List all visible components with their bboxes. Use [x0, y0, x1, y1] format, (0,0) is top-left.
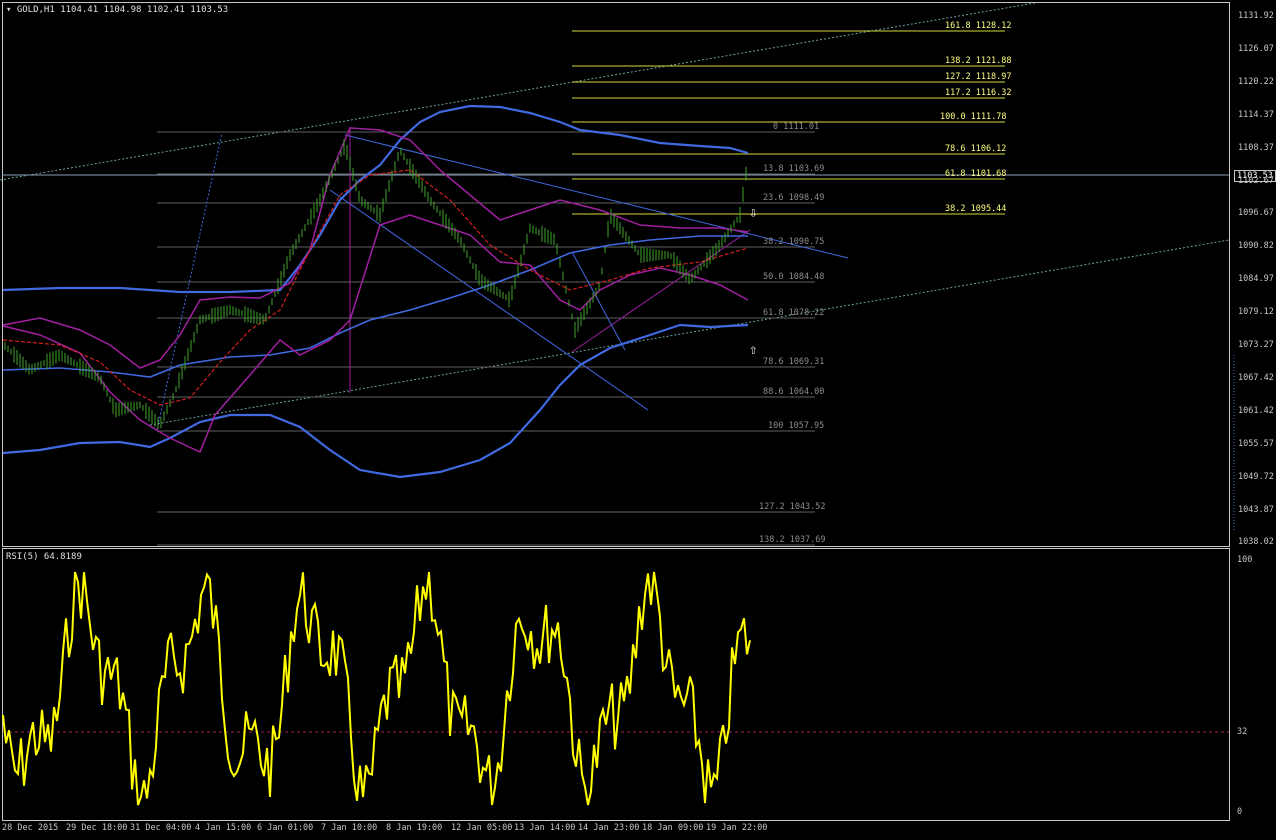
- fib-right-label: 38.2 1095.44: [945, 204, 1007, 214]
- price-tick-label: 1084.97: [1238, 274, 1274, 285]
- fib-left-label: 13.8 1103.69: [763, 164, 825, 174]
- rsi-tick-label: 100: [1237, 555, 1253, 565]
- parallel-trend-line: [329, 189, 649, 411]
- time-tick-label: 12 Jan 05:00: [451, 823, 513, 833]
- time-tick-label: 13 Jan 14:00: [514, 823, 576, 833]
- chart-canvas[interactable]: [0, 0, 1276, 840]
- time-tick-label: 19 Jan 22:00: [706, 823, 768, 833]
- price-tick-label: 1043.87: [1238, 504, 1274, 515]
- time-tick-label: 7 Jan 10:00: [321, 823, 378, 833]
- bollinger-middle: [2, 235, 748, 378]
- main-pane-frame: [2, 2, 1230, 547]
- price-tick-label: 1120.22: [1238, 76, 1274, 87]
- price-tick-label: 1055.57: [1238, 438, 1274, 449]
- bollinger-upper: [2, 104, 749, 294]
- price-tick-label: 1096.67: [1238, 208, 1274, 219]
- down-arrow-icon[interactable]: ⇩: [749, 206, 757, 220]
- price-tick-label: 1114.37: [1238, 109, 1274, 120]
- fib-left-label: 23.6 1098.49: [763, 193, 825, 203]
- fib-left-label: 50.0 1084.48: [763, 272, 825, 282]
- fib-left-label: 100 1057.95: [768, 421, 825, 431]
- fib-right-label: 127.2 1118.97: [945, 72, 1012, 82]
- upper-channel-line: [0, 2, 1036, 181]
- symbol-header[interactable]: ▾ GOLD,H1 1104.41 1104.98 1102.41 1103.5…: [6, 5, 228, 15]
- short-blue-line: [571, 251, 626, 351]
- time-tick-label: 18 Jan 09:00: [642, 823, 704, 833]
- price-tick-label: 1079.12: [1238, 307, 1274, 318]
- time-tick-label: 28 Dec 2015: [2, 823, 59, 833]
- price-tick-label: 1038.02: [1238, 537, 1274, 548]
- envelope-upper: [2, 127, 749, 369]
- fib-right-label: 117.2 1116.32: [945, 88, 1012, 98]
- rsi-line: [2, 571, 751, 806]
- fib-right-label: 78.6 1106.12: [945, 144, 1007, 154]
- symbol-label: GOLD,H1: [16, 5, 55, 15]
- fib-right-label: 61.8 1101.68: [945, 169, 1007, 179]
- fib-left-lines: [157, 131, 815, 546]
- price-bars: [4, 139, 747, 429]
- ohlc-values: 1104.41 1104.98 1102.41 1103.53: [60, 5, 229, 15]
- time-tick-label: 29 Dec 18:00: [66, 823, 128, 833]
- price-tick-label: 1049.72: [1238, 471, 1274, 482]
- price-tick-label: 1108.37: [1238, 142, 1274, 153]
- time-tick-label: 4 Jan 15:00: [195, 823, 252, 833]
- dropdown-triangle-icon[interactable]: ▾: [6, 5, 11, 15]
- rsi-tick-label: 0: [1237, 807, 1243, 817]
- envelope-lower: [2, 214, 749, 454]
- up-arrow-icon[interactable]: ⇧: [749, 343, 757, 357]
- time-tick-label: 31 Dec 04:00: [130, 823, 192, 833]
- rsi-pane-frame: [2, 548, 1230, 821]
- rsi-header: RSI(5) 64.8189: [6, 552, 82, 562]
- price-tick-label: 1131.92: [1238, 11, 1274, 21]
- price-tick-label: 1102.67: [1238, 175, 1274, 186]
- time-tick-label: 14 Jan 23:00: [578, 823, 640, 833]
- time-tick-label: 8 Jan 19:00: [386, 823, 443, 833]
- fib-left-label: 127.2 1043.52: [759, 502, 826, 512]
- time-tick-label: 6 Jan 01:00: [257, 823, 314, 833]
- fib-right-label: 138.2 1121.88: [945, 56, 1012, 66]
- fib-left-label: 38.2 1090.75: [763, 237, 825, 247]
- price-tick-label: 1126.07: [1238, 43, 1274, 54]
- price-tick-label: 1073.27: [1238, 340, 1274, 350]
- price-tick-label: 1061.42: [1238, 405, 1274, 416]
- fib-left-label: 88.6 1064.00: [763, 387, 825, 397]
- fib-left-label: 0 1111.01: [773, 122, 820, 132]
- fib-right-label: 100.0 1111.78: [940, 112, 1007, 122]
- fib-right-label: 161.8 1128.12: [945, 21, 1012, 31]
- fib-left-label: 138.2 1037.69: [759, 535, 826, 545]
- price-tick-label: 1067.42: [1238, 372, 1274, 383]
- fib-left-label: 61.8 1078.22: [763, 308, 825, 318]
- rsi-tick-label: 32: [1237, 727, 1248, 737]
- fib-left-label: 78.6 1069.31: [763, 357, 825, 367]
- price-tick-label: 1090.82: [1238, 241, 1274, 252]
